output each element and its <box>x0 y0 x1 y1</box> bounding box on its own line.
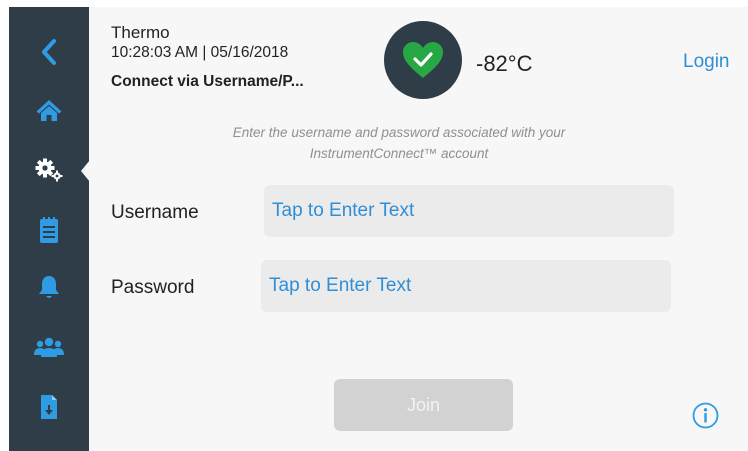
page-title: Connect via Username/P... <box>111 73 304 90</box>
bell-icon <box>39 276 59 298</box>
sidebar-item-logs[interactable] <box>9 205 89 255</box>
home-icon <box>36 100 62 121</box>
clipboard-icon <box>40 217 58 243</box>
settings-gears-icon <box>35 158 63 182</box>
temperature-readout: -82°C <box>476 51 533 76</box>
username-field[interactable]: Tap to Enter Text <box>264 185 674 237</box>
instructions-line-2: InstrumentConnect™ account <box>309 146 489 161</box>
sidebar-item-settings[interactable] <box>9 145 89 195</box>
username-placeholder: Tap to Enter Text <box>272 200 415 221</box>
app-window: Thermo 10:28:03 AM | 05/16/2018 Connect … <box>9 7 748 451</box>
date-time: 10:28:03 AM | 05/16/2018 <box>111 44 289 61</box>
sidebar-item-home[interactable] <box>9 85 89 135</box>
active-item-pointer <box>81 160 90 182</box>
info-icon[interactable] <box>692 402 719 429</box>
join-button[interactable]: Join <box>334 379 513 431</box>
back-chevron-icon <box>42 39 56 65</box>
heart-check-icon <box>403 42 443 78</box>
login-link[interactable]: Login <box>683 51 730 73</box>
username-label: Username <box>111 202 199 223</box>
password-label: Password <box>111 277 195 298</box>
sidebar-item-alarms[interactable] <box>9 262 89 312</box>
instructions-line-1: Enter the username and password associat… <box>232 125 566 140</box>
password-field[interactable]: Tap to Enter Text <box>261 260 671 312</box>
sidebar-item-users[interactable] <box>9 323 89 373</box>
back-button[interactable] <box>9 27 89 77</box>
status-indicator[interactable] <box>384 21 462 99</box>
device-name: Thermo <box>111 23 170 42</box>
sidebar-item-export[interactable] <box>9 382 89 432</box>
password-placeholder: Tap to Enter Text <box>269 275 412 296</box>
sidebar <box>9 7 90 451</box>
file-download-icon <box>41 395 57 419</box>
instructions-text: Enter the username and password associat… <box>169 122 629 164</box>
users-icon <box>34 337 64 357</box>
